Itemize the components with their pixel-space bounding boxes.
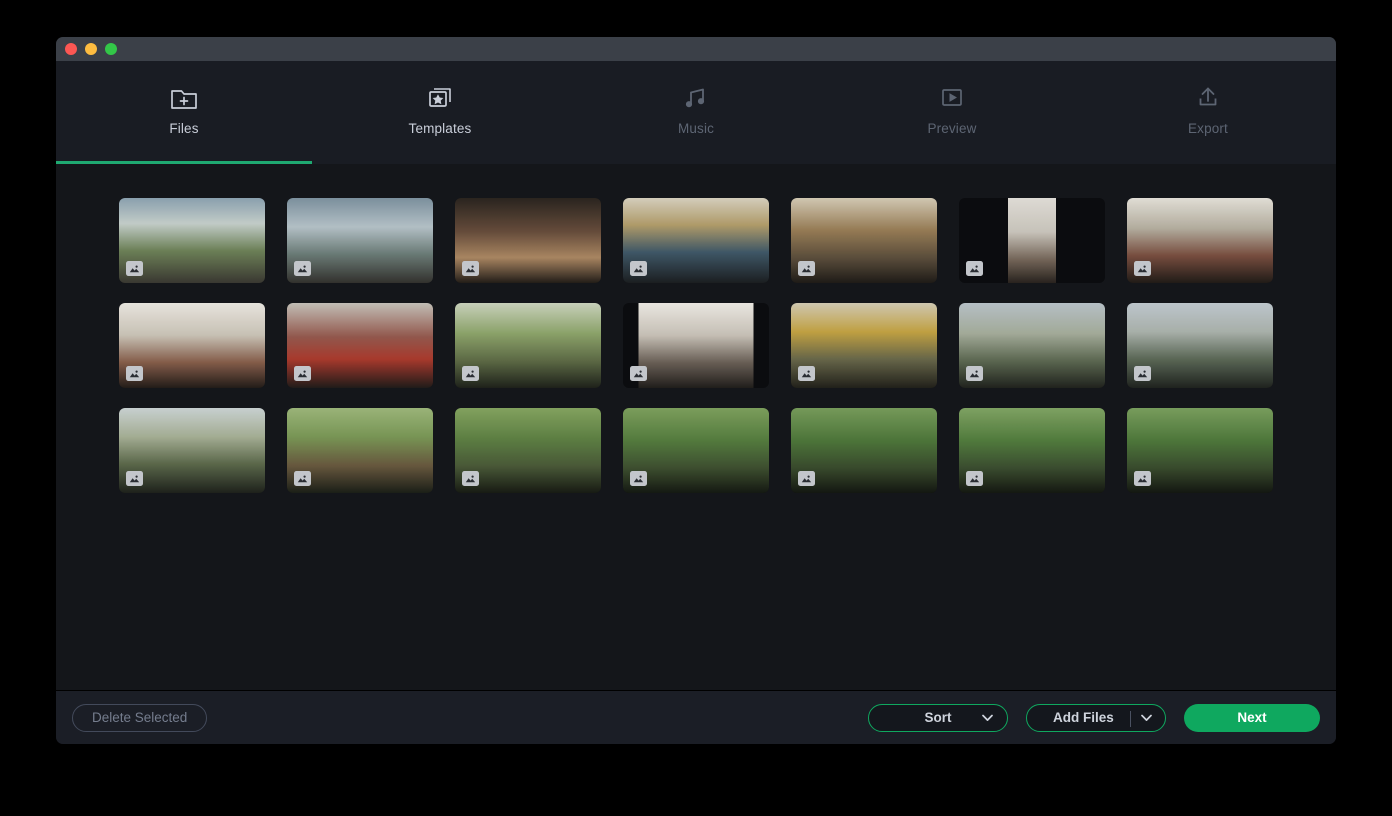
photo-badge-icon: [630, 471, 647, 486]
delete-selected-button[interactable]: Delete Selected: [72, 704, 207, 732]
media-thumbnail-card[interactable]: [791, 303, 937, 388]
window-titlebar: [56, 37, 1336, 61]
media-thumbnail-grid: [119, 198, 1274, 493]
media-thumbnail-card[interactable]: [959, 408, 1105, 493]
media-thumbnail-card[interactable]: [119, 303, 265, 388]
next-button[interactable]: Next: [1184, 704, 1320, 732]
chevron-down-icon: [982, 714, 993, 721]
photo-badge-icon: [798, 366, 815, 381]
photo-badge-icon: [294, 366, 311, 381]
tab-export[interactable]: Export: [1080, 61, 1336, 164]
media-thumbnail-image: [1008, 198, 1056, 283]
minimize-window-button[interactable]: [85, 43, 97, 55]
tab-templates[interactable]: Templates: [312, 61, 568, 164]
media-thumbnail-card[interactable]: [623, 303, 769, 388]
main-tabbar: Files Templates Music: [56, 61, 1336, 164]
media-thumbnail-card[interactable]: [791, 408, 937, 493]
photo-badge-icon: [462, 471, 479, 486]
photo-badge-icon: [798, 261, 815, 276]
tab-files-label: Files: [169, 121, 198, 136]
media-thumbnail-card[interactable]: [455, 408, 601, 493]
media-thumbnail-card[interactable]: [1127, 303, 1273, 388]
media-thumbnail-card[interactable]: [959, 198, 1105, 283]
tab-templates-label: Templates: [409, 121, 472, 136]
footer-toolbar: Delete Selected Sort Add Files Next: [56, 690, 1336, 744]
media-thumbnail-card[interactable]: [1127, 198, 1273, 283]
media-thumbnail-card[interactable]: [119, 198, 265, 283]
tab-files[interactable]: Files: [56, 61, 312, 164]
media-thumbnail-card[interactable]: [119, 408, 265, 493]
media-thumbnail-card[interactable]: [959, 303, 1105, 388]
folder-plus-icon: [170, 83, 198, 113]
media-thumbnail-card[interactable]: [287, 198, 433, 283]
photo-badge-icon: [1134, 471, 1151, 486]
photo-badge-icon: [630, 261, 647, 276]
media-thumbnail-card[interactable]: [455, 198, 601, 283]
media-thumbnail-image: [639, 303, 754, 388]
upload-arrow-icon: [1195, 83, 1221, 113]
tab-music[interactable]: Music: [568, 61, 824, 164]
media-thumbnail-card[interactable]: [791, 198, 937, 283]
media-thumbnail-card[interactable]: [623, 198, 769, 283]
photo-badge-icon: [966, 471, 983, 486]
sort-label: Sort: [925, 710, 952, 725]
media-library-panel: [56, 164, 1336, 690]
media-thumbnail-card[interactable]: [623, 408, 769, 493]
photo-badge-icon: [966, 261, 983, 276]
photo-badge-icon: [1134, 366, 1151, 381]
chevron-down-icon[interactable]: [1141, 714, 1152, 721]
button-divider: [1130, 711, 1131, 727]
tab-music-label: Music: [678, 121, 714, 136]
photo-badge-icon: [630, 366, 647, 381]
add-files-button[interactable]: Add Files: [1026, 704, 1166, 732]
media-thumbnail-card[interactable]: [1127, 408, 1273, 493]
tab-export-label: Export: [1188, 121, 1228, 136]
photo-badge-icon: [294, 261, 311, 276]
media-thumbnail-card[interactable]: [455, 303, 601, 388]
photo-badge-icon: [966, 366, 983, 381]
media-thumbnail-card[interactable]: [287, 303, 433, 388]
photo-badge-icon: [462, 366, 479, 381]
play-box-icon: [939, 83, 965, 113]
close-window-button[interactable]: [65, 43, 77, 55]
photo-badge-icon: [126, 366, 143, 381]
photo-badge-icon: [294, 471, 311, 486]
photo-badge-icon: [1134, 261, 1151, 276]
maximize-window-button[interactable]: [105, 43, 117, 55]
templates-star-icon: [426, 83, 454, 113]
media-thumbnail-card[interactable]: [287, 408, 433, 493]
add-files-label: Add Files: [1053, 710, 1114, 725]
tab-preview-label: Preview: [927, 121, 976, 136]
application-window: Files Templates Music: [56, 37, 1336, 744]
photo-badge-icon: [126, 261, 143, 276]
tab-preview[interactable]: Preview: [824, 61, 1080, 164]
photo-badge-icon: [126, 471, 143, 486]
music-note-icon: [683, 83, 709, 113]
photo-badge-icon: [798, 471, 815, 486]
sort-dropdown-button[interactable]: Sort: [868, 704, 1008, 732]
photo-badge-icon: [462, 261, 479, 276]
